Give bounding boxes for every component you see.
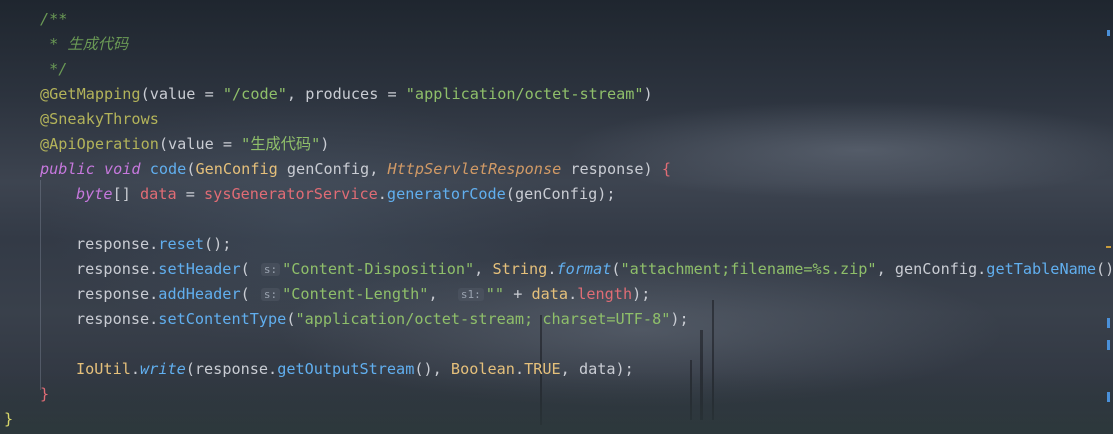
code-line: * 生成代码: [40, 35, 129, 53]
scrollbar-marker[interactable]: [1107, 318, 1110, 328]
scrollbar-marker[interactable]: [1106, 246, 1111, 248]
code-line: byte[] data = sysGeneratorService.genera…: [76, 185, 616, 203]
scrollbar-marker[interactable]: [1107, 30, 1110, 36]
scrollbar-marker[interactable]: [1107, 340, 1110, 350]
code-line: IoUtil.write(response.getOutputStream(),…: [76, 360, 634, 378]
code-editor[interactable]: /** * 生成代码 */ @GetMapping(value = "/code…: [0, 0, 1113, 434]
code-line: @ApiOperation(value = "生成代码"): [40, 135, 330, 153]
code-line: response.addHeader( s: "Content-Length", …: [76, 285, 651, 303]
parameter-hint: s1:: [457, 288, 484, 301]
parameter-hint: s:: [260, 288, 281, 301]
code-line: }: [4, 410, 14, 428]
indent-guide: [40, 180, 41, 390]
code-line: response.reset();: [76, 235, 232, 253]
code-line: @SneakyThrows: [40, 110, 159, 128]
code-line: @GetMapping(value = "/code", produces = …: [40, 85, 653, 103]
scrollbar-marker[interactable]: [1107, 392, 1110, 402]
parameter-hint: s:: [260, 263, 281, 276]
code-line: response.setContentType("application/oct…: [76, 310, 689, 328]
code-line: /**: [40, 10, 68, 28]
code-line: */: [40, 60, 68, 78]
code-line: public void code(GenConfig genConfig, Ht…: [40, 160, 671, 178]
code-line: }: [40, 385, 50, 403]
code-line: response.setHeader( s: "Content-Dispositi…: [76, 260, 1113, 278]
